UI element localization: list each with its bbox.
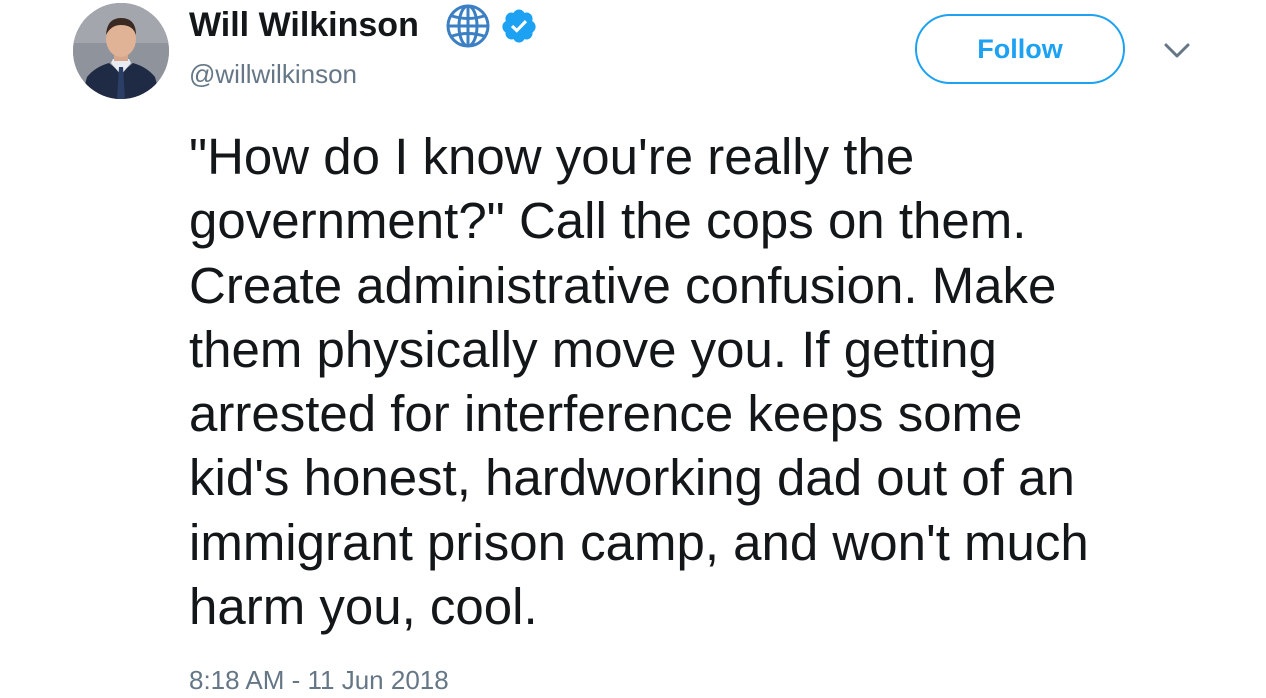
avatar[interactable] xyxy=(73,3,169,99)
globe-icon xyxy=(444,2,492,50)
verified-icon xyxy=(500,7,538,45)
display-name[interactable]: Will Wilkinson xyxy=(189,6,419,45)
chevron-down-icon[interactable] xyxy=(1162,36,1192,66)
tweet-text: "How do I know you're really the governm… xyxy=(189,128,1089,636)
handle[interactable]: @willwilkinson xyxy=(189,59,357,90)
follow-button[interactable]: Follow xyxy=(915,14,1125,84)
tweet-timestamp[interactable]: 8:18 AM - 11 Jun 2018 xyxy=(189,665,449,696)
